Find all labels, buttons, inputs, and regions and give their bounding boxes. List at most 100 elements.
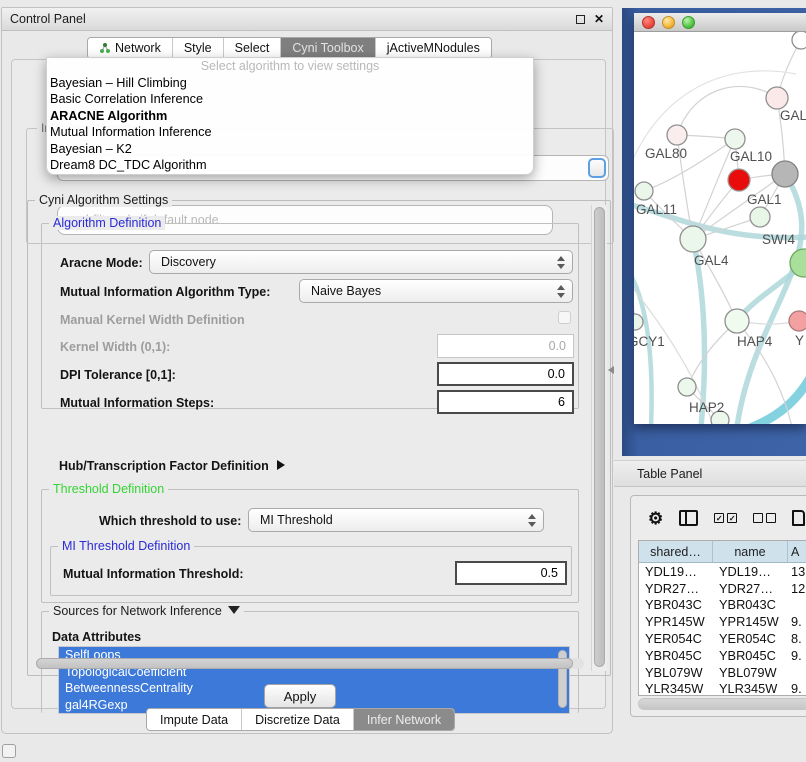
column-header[interactable]: shared…	[639, 541, 713, 562]
bottom-tab-infer-network[interactable]: Infer Network	[354, 709, 454, 730]
settings-vscrollbar[interactable]	[591, 205, 607, 671]
dpi-tolerance-label: DPI Tolerance [0,1]:	[60, 368, 176, 382]
network-node-hap2[interactable]	[678, 378, 696, 396]
network-canvas[interactable]: GAL2GAL80GAL10GAL1GAL11GAL4SWI4HAP4YGCY1…	[634, 32, 806, 424]
network-window-titlebar[interactable]	[634, 13, 806, 32]
control-panel-title: Control Panel	[10, 12, 86, 26]
node-label-hap4: HAP4	[737, 334, 773, 349]
dropdown-item[interactable]: Basic Correlation Inference	[47, 91, 533, 107]
table-cell: YBR043C	[713, 597, 788, 614]
table-cell: YPR145W	[639, 613, 713, 630]
dropdown-item[interactable]: Bayesian – Hill Climbing	[47, 75, 533, 91]
table-row[interactable]: YBR045CYBR045C9.	[639, 647, 806, 664]
collapsed-arrow-icon	[277, 460, 285, 470]
dropdown-placeholder: Select algorithm to view settings	[47, 58, 533, 75]
tab-network[interactable]: Network	[88, 38, 173, 58]
settings-vscrollbar-thumb[interactable]	[594, 207, 605, 667]
network-node[interactable]	[728, 169, 750, 191]
data-attributes-label: Data Attributes	[52, 630, 141, 644]
table-row[interactable]: YER054CYER054C8.	[639, 630, 806, 647]
table-row[interactable]: YLR345WYLR345W9.	[639, 681, 806, 696]
mi-threshold-input[interactable]: 0.5	[455, 561, 567, 585]
network-node-gcy1[interactable]	[634, 314, 643, 330]
dropdown-item[interactable]: Mutual Information Inference	[47, 124, 533, 140]
settings-hscrollbar[interactable]	[36, 658, 584, 669]
splitter-collapse-icon[interactable]	[608, 366, 614, 374]
network-node[interactable]	[750, 207, 770, 227]
tab-select[interactable]: Select	[224, 38, 282, 58]
table-cell	[788, 664, 806, 681]
which-threshold-value: MI Threshold	[260, 513, 333, 527]
combobox-arrow-button[interactable]	[588, 158, 606, 178]
table-cell: YPR145W	[713, 613, 788, 630]
table-cell: YLR345W	[639, 681, 713, 696]
network-node-gal4[interactable]	[680, 226, 706, 252]
settings-hscrollbar-thumb[interactable]	[36, 658, 573, 669]
tab-style[interactable]: Style	[173, 38, 224, 58]
algorithm-definition-title: Algorithm Definition	[49, 216, 165, 230]
stepper-icon	[556, 284, 565, 299]
network-node-gal2[interactable]	[766, 87, 788, 109]
expanded-arrow-icon[interactable]	[228, 606, 240, 614]
table-body: YDL19…YDL19…13YDR27…YDR27…12YBR043CYBR04…	[639, 563, 806, 696]
sources-title-text: Sources for Network Inference	[53, 604, 222, 618]
table-cell: YDL19…	[639, 563, 713, 580]
network-node[interactable]	[792, 32, 806, 49]
table-row[interactable]: YBL079WYBL079W	[639, 664, 806, 681]
table-row[interactable]: YBR043CYBR043C	[639, 597, 806, 614]
apply-button[interactable]: Apply	[264, 684, 336, 708]
network-node-hap4[interactable]	[725, 309, 749, 333]
network-node-gal10[interactable]	[725, 129, 745, 149]
dropdown-item[interactable]: ARACNE Algorithm	[47, 108, 533, 124]
bottom-tab-impute-data[interactable]: Impute Data	[147, 709, 242, 730]
control-panel: Control Panel ✕ NetworkStyleSelectCyni T…	[1, 7, 613, 734]
dpi-tolerance-input[interactable]: 0.0	[437, 362, 574, 386]
close-window-icon[interactable]	[642, 16, 655, 29]
mi-type-label: Mutual Information Algorithm Type:	[60, 285, 270, 299]
network-node-y[interactable]	[789, 311, 806, 331]
table-row[interactable]: YPR145WYPR145W9.	[639, 613, 806, 630]
table-hscrollbar-thumb[interactable]	[639, 699, 806, 709]
network-node-gal80[interactable]	[667, 125, 687, 145]
hub-definition-expander[interactable]: Hub/Transcription Factor Definition	[59, 459, 285, 473]
deselect-all-columns-icon[interactable]	[753, 513, 776, 523]
network-node-gal11[interactable]	[635, 182, 653, 200]
network-node-gal1[interactable]	[772, 161, 798, 187]
table-row[interactable]: YDL19…YDL19…13	[639, 563, 806, 580]
float-window-icon[interactable]	[576, 15, 585, 24]
kernel-width-input[interactable]: 0.0	[437, 334, 574, 358]
aracne-mode-combobox[interactable]: Discovery	[149, 250, 573, 274]
tab-jactivemnodules[interactable]: jActiveMNodules	[376, 38, 491, 58]
dropdown-item[interactable]: Dream8 DC_TDC Algorithm	[47, 157, 533, 173]
minimize-window-icon[interactable]	[662, 16, 675, 29]
settings-group-title: Cyni Algorithm Settings	[35, 193, 172, 207]
dropdown-item[interactable]: Bayesian – K2	[47, 141, 533, 157]
node-label-gal11: GAL11	[636, 202, 677, 217]
mi-steps-input[interactable]: 6	[437, 390, 574, 414]
mi-steps-label: Mutual Information Steps:	[60, 396, 214, 410]
node-label-gal4: GAL4	[694, 253, 729, 268]
manual-kernel-checkbox[interactable]	[558, 311, 571, 324]
column-header[interactable]: A	[788, 541, 806, 562]
table-hscrollbar[interactable]	[638, 698, 806, 710]
threshold-definition-title: Threshold Definition	[49, 482, 168, 496]
table-cell: YBR045C	[639, 647, 713, 664]
mini-panel-icon[interactable]	[2, 744, 16, 758]
page-icon[interactable]	[792, 510, 805, 526]
node-label-gal80: GAL80	[645, 146, 687, 161]
column-header[interactable]: name	[713, 541, 788, 562]
gear-icon[interactable]: ⚙	[648, 510, 663, 527]
tab-cyni-toolbox[interactable]: Cyni Toolbox	[281, 38, 375, 58]
which-threshold-combobox[interactable]: MI Threshold	[248, 508, 544, 532]
columns-icon[interactable]	[679, 510, 698, 526]
bottom-tab-discretize-data[interactable]: Discretize Data	[242, 709, 354, 730]
close-panel-icon[interactable]: ✕	[594, 13, 604, 25]
table-cell: 12	[788, 580, 806, 597]
mi-type-combobox[interactable]: Naive Bayes	[299, 279, 573, 303]
node-label-gcy1: GCY1	[634, 334, 665, 349]
zoom-window-icon[interactable]	[682, 16, 695, 29]
mi-threshold-group-title: MI Threshold Definition	[58, 539, 194, 553]
node-label-gal2: GAL2	[780, 108, 806, 123]
table-row[interactable]: YDR27…YDR27…12	[639, 580, 806, 597]
select-all-columns-icon[interactable]: ✓✓	[714, 513, 737, 523]
